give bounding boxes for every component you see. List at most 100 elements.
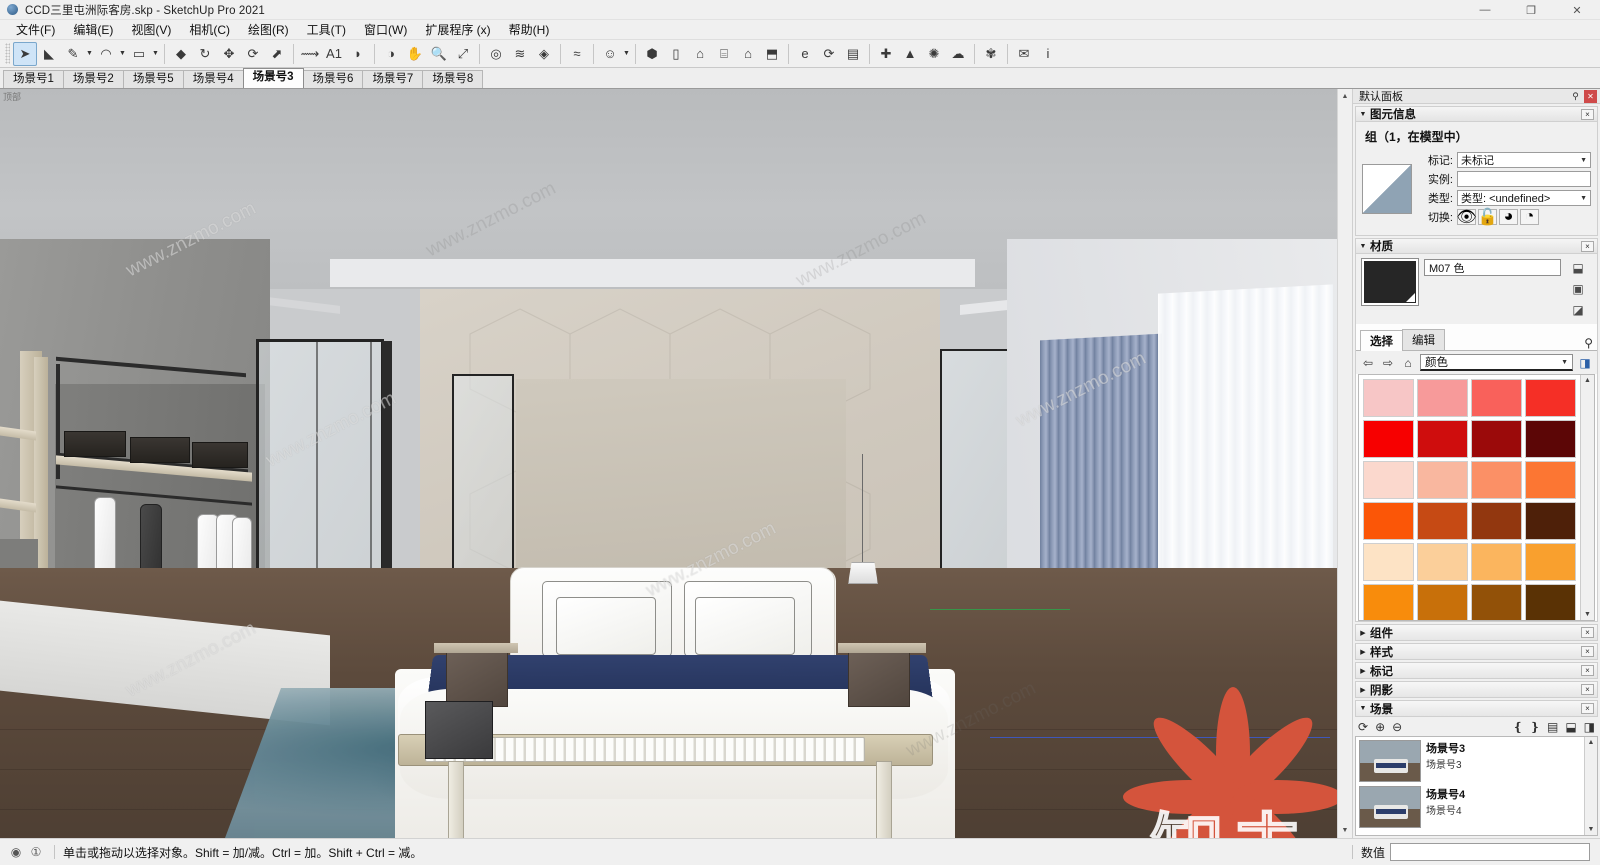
- color-swatch-grid[interactable]: [1359, 375, 1580, 620]
- panel-arrow-icon[interactable]: ◨: [1584, 720, 1595, 734]
- scroll-up-icon[interactable]: ▲: [1588, 739, 1595, 746]
- add-scene-icon[interactable]: ⊕: [1375, 720, 1385, 734]
- scale-icon[interactable]: ⬈: [265, 42, 289, 66]
- model-viewport[interactable]: www.znzmo.com www.znzmo.com www.znzmo.co…: [0, 89, 1337, 838]
- scroll-up-icon[interactable]: ▲: [1338, 89, 1352, 104]
- arrow-left-icon[interactable]: ⇦: [1360, 356, 1376, 370]
- color-swatch[interactable]: [1471, 379, 1522, 417]
- unlock-icon[interactable]: 🔓: [1478, 209, 1497, 226]
- add-asset-icon[interactable]: ✚: [874, 42, 898, 66]
- color-swatch[interactable]: [1417, 543, 1468, 581]
- scroll-down-icon[interactable]: ▼: [1588, 826, 1595, 833]
- scroll-down-icon[interactable]: ▼: [1584, 611, 1591, 618]
- back-view-icon[interactable]: ⌂: [736, 42, 760, 66]
- info-credits-icon[interactable]: ①: [26, 842, 46, 862]
- material-globe-icon[interactable]: ✺: [922, 42, 946, 66]
- user-account-icon[interactable]: ☺: [598, 42, 622, 66]
- zoom-magnifier-icon[interactable]: 🔍: [427, 42, 451, 66]
- mail-feedback-icon[interactable]: ✉: [1012, 42, 1036, 66]
- layers-icon[interactable]: ◈: [532, 42, 556, 66]
- list-item[interactable]: 场景号3 场景号3: [1359, 740, 1581, 782]
- color-swatch[interactable]: [1363, 584, 1414, 620]
- section-标记[interactable]: ▶ 标记 ×: [1355, 662, 1598, 679]
- scene-tab-2[interactable]: 场景号2: [62, 70, 124, 88]
- current-material-swatch[interactable]: [1361, 258, 1419, 306]
- swatch-scrollbar[interactable]: ▲ ▼: [1580, 375, 1594, 620]
- color-swatch[interactable]: [1471, 461, 1522, 499]
- chevron-right-icon[interactable]: ▶: [1356, 686, 1370, 694]
- scroll-up-icon[interactable]: ▲: [1584, 377, 1591, 384]
- section-组件[interactable]: ▶ 组件 ×: [1355, 624, 1598, 641]
- color-swatch[interactable]: [1471, 543, 1522, 581]
- color-swatch[interactable]: [1417, 461, 1468, 499]
- update-scene-icon[interactable]: ⟳: [1358, 720, 1368, 734]
- right-view-icon[interactable]: ⌸: [712, 42, 736, 66]
- settings-gear-icon[interactable]: ✾: [979, 42, 1003, 66]
- collection-select[interactable]: 颜色 ▼: [1420, 354, 1573, 371]
- dimension-icon[interactable]: A1: [322, 42, 346, 66]
- follow-me-icon[interactable]: ↻: [193, 42, 217, 66]
- list-item[interactable]: 场景号4 场景号4: [1359, 786, 1581, 828]
- menu-edit[interactable]: 编辑(E): [64, 20, 122, 39]
- rectangle-icon[interactable]: ▭: [127, 42, 151, 66]
- top-view-icon[interactable]: ⌂: [688, 42, 712, 66]
- materials-header[interactable]: ▼ 材质 ×: [1356, 239, 1597, 254]
- color-swatch[interactable]: [1417, 420, 1468, 458]
- close-icon[interactable]: ×: [1581, 665, 1594, 676]
- move-scene-left-icon[interactable]: ❴: [1513, 720, 1523, 734]
- geo-location-icon[interactable]: ◉: [6, 842, 26, 862]
- orbit-icon[interactable]: ◑: [379, 42, 403, 66]
- maximize-button[interactable]: ❐: [1508, 0, 1554, 20]
- close-icon[interactable]: ×: [1581, 684, 1594, 695]
- eyedropper-icon[interactable]: ⚲: [1584, 336, 1593, 350]
- view-options-icon[interactable]: ▤: [1547, 720, 1558, 734]
- enscape-start-icon[interactable]: e: [793, 42, 817, 66]
- cast-shadow-icon[interactable]: ◕: [1499, 208, 1518, 225]
- close-icon[interactable]: ×: [1581, 703, 1594, 714]
- type-select[interactable]: 类型: <undefined> ▼: [1457, 190, 1591, 206]
- chevron-down-icon[interactable]: ▼: [622, 42, 631, 66]
- iso-view-icon[interactable]: ⬢: [640, 42, 664, 66]
- chevron-right-icon[interactable]: ▶: [1356, 648, 1370, 656]
- color-swatch[interactable]: [1471, 420, 1522, 458]
- show-details-icon[interactable]: ⬓: [1565, 720, 1576, 734]
- chevron-down-icon[interactable]: ▼: [1356, 243, 1370, 250]
- close-icon[interactable]: ×: [1581, 627, 1594, 638]
- scene-list[interactable]: 场景号3 场景号3 场景号4 场景号4 ▲ ▼: [1355, 736, 1598, 836]
- pan-hand-icon[interactable]: ✋: [403, 42, 427, 66]
- viewport-scrollbar[interactable]: ▲ ▼: [1337, 89, 1352, 838]
- color-swatch[interactable]: [1363, 379, 1414, 417]
- asset-library-icon[interactable]: ▲: [898, 42, 922, 66]
- menu-tools[interactable]: 工具(T): [298, 20, 355, 39]
- tab-edit[interactable]: 编辑: [1402, 329, 1445, 350]
- color-swatch[interactable]: [1525, 584, 1576, 620]
- menu-extensions[interactable]: 扩展程序 (x): [416, 20, 499, 39]
- color-swatch[interactable]: [1525, 461, 1576, 499]
- arrow-right-icon[interactable]: ⇨: [1380, 356, 1396, 370]
- scrollbar-track[interactable]: [1338, 104, 1352, 823]
- minimize-button[interactable]: —: [1462, 0, 1508, 20]
- close-icon[interactable]: ×: [1581, 108, 1594, 120]
- video-render-icon[interactable]: ▤: [841, 42, 865, 66]
- info-about-icon[interactable]: i: [1036, 42, 1060, 66]
- close-icon[interactable]: ✕: [1584, 89, 1597, 103]
- create-material-icon[interactable]: ▣: [1568, 280, 1588, 298]
- tab-select[interactable]: 选择: [1360, 330, 1403, 351]
- scene-tab-3[interactable]: 场景号5: [122, 70, 184, 88]
- scroll-down-icon[interactable]: ▼: [1338, 823, 1352, 838]
- measurement-input[interactable]: [1390, 843, 1590, 861]
- eraser-icon[interactable]: ◣: [37, 42, 61, 66]
- instance-input[interactable]: [1457, 171, 1591, 187]
- front-view-icon[interactable]: ▯: [664, 42, 688, 66]
- color-swatch[interactable]: [1417, 379, 1468, 417]
- color-swatch[interactable]: [1525, 543, 1576, 581]
- color-swatch[interactable]: [1363, 502, 1414, 540]
- default-material-icon[interactable]: ◪: [1568, 301, 1588, 319]
- entity-info-header[interactable]: ▼ 图元信息 ×: [1356, 107, 1597, 122]
- color-swatch[interactable]: [1417, 502, 1468, 540]
- toolbar-grip[interactable]: [5, 43, 10, 64]
- section-阴影[interactable]: ▶ 阴影 ×: [1355, 681, 1598, 698]
- color-swatch[interactable]: [1525, 379, 1576, 417]
- eye-visible-icon[interactable]: 👁: [1456, 209, 1477, 226]
- scenes-section-header[interactable]: ▼ 场景 ×: [1355, 700, 1598, 717]
